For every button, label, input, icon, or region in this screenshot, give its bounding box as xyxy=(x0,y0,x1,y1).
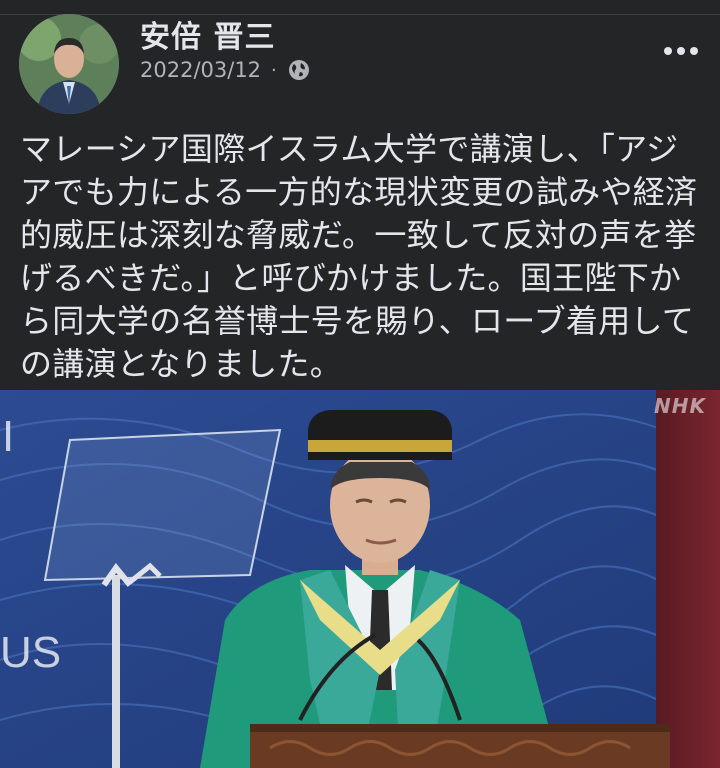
photo-background-text-top: I xyxy=(2,412,15,461)
post-photo[interactable] xyxy=(0,390,720,768)
more-dot xyxy=(677,47,685,55)
avatar[interactable] xyxy=(19,14,119,114)
post-meta: 2022/03/12 · xyxy=(140,55,311,85)
more-dot xyxy=(664,47,672,55)
meta-separator: · xyxy=(271,59,277,81)
globe-icon xyxy=(287,58,311,82)
top-divider xyxy=(0,14,720,15)
more-dot xyxy=(690,47,698,55)
photo-background-text-bottom: US xyxy=(0,628,62,677)
photo-watermark: NHK xyxy=(654,394,706,418)
more-options-icon[interactable] xyxy=(664,40,698,62)
author-name[interactable]: 安倍 晋三 xyxy=(140,12,275,56)
post-body: マレーシア国際イスラム大学で講演し、「アジ アでも力による一方的な現状変更の試み… xyxy=(20,130,698,383)
post-date[interactable]: 2022/03/12 xyxy=(140,58,261,82)
